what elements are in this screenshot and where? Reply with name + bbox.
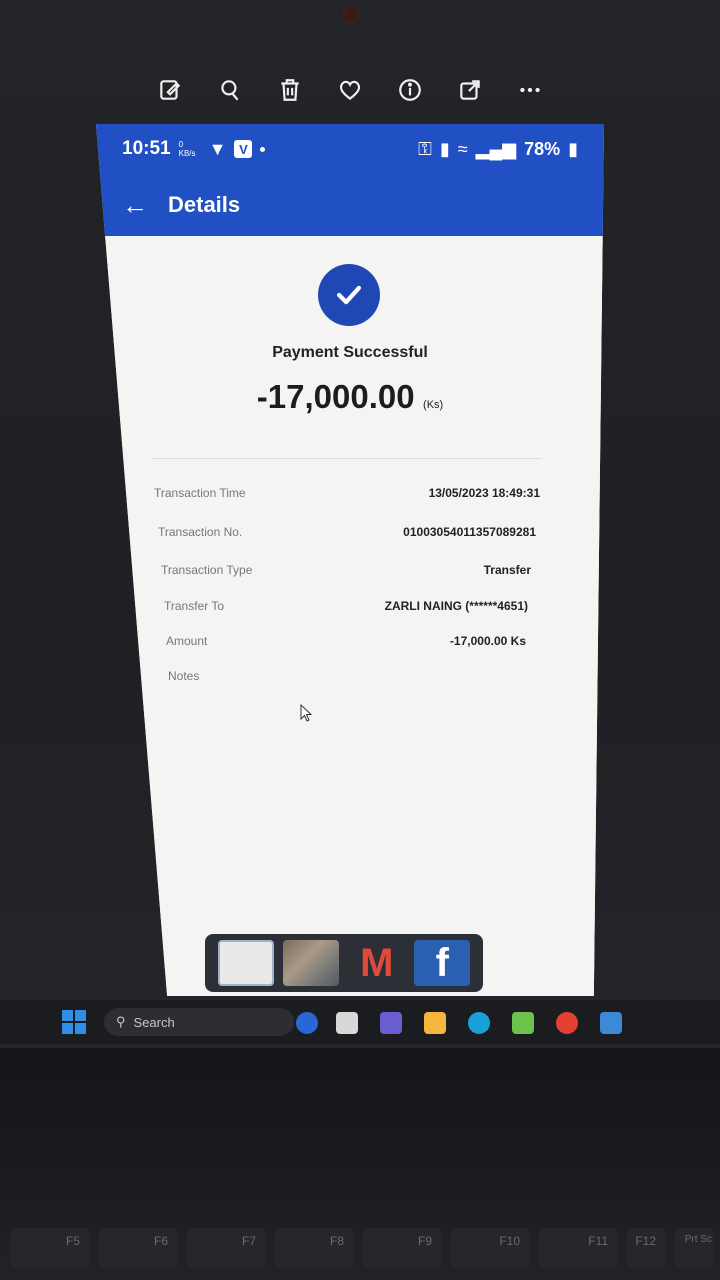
share-icon[interactable] [450, 70, 490, 110]
key-label: Prt Sc [684, 1234, 712, 1245]
function-key[interactable]: F12 [626, 1228, 666, 1268]
key-label: F8 [329, 1234, 344, 1248]
key-label: F11 [588, 1234, 608, 1248]
detail-value: 01003054011357089281 [403, 525, 536, 539]
key-icon: ⚿ [418, 138, 432, 159]
windows-taskbar: ⚲ Search [0, 1000, 720, 1044]
detail-label: Transaction Type [161, 563, 253, 577]
amount-display: -17,000.00 (Ks) [96, 378, 604, 416]
detail-value: -17,000.00 Ks [449, 634, 526, 648]
document-thumbnail[interactable] [217, 940, 274, 986]
lens-search-icon[interactable] [210, 70, 250, 110]
detail-row-transaction-type: Transaction Type Transfer [161, 563, 531, 577]
net-speed: 0 KB/s [178, 140, 196, 158]
notification-dot-icon [260, 146, 266, 152]
detail-label: Transfer To [164, 599, 225, 613]
taskbar-app-preview: M f [205, 934, 483, 992]
app-bar: ← Details [96, 174, 604, 236]
status-bar: 10:51 0 KB/s ▼ V ⚿ ▮ ≈ ▂▄▆ 78% ▮ [96, 124, 604, 174]
function-key-row: F5 F6 F7 F8 F9 F10 F11 F12 Prt Sc [0, 1228, 720, 1268]
chrome-browser-icon[interactable] [556, 1012, 578, 1034]
edge-browser-icon[interactable] [468, 1012, 490, 1034]
detail-row-transfer-to: Transfer To ZARLI NAING (******4651) [164, 599, 528, 613]
phone-screenshot: 10:51 0 KB/s ▼ V ⚿ ▮ ≈ ▂▄▆ 78% ▮ ← Detai… [96, 124, 604, 996]
key-label: F12 [635, 1234, 656, 1248]
status-time: 10:51 [122, 138, 171, 159]
amount-value: -17,000.00 [256, 378, 415, 415]
key-label: F5 [65, 1234, 80, 1248]
teams-chat-icon[interactable] [380, 1012, 402, 1034]
detail-row-notes: Notes [168, 669, 524, 683]
battery-saver-icon: ▮ [439, 138, 450, 159]
detail-label: Amount [166, 634, 208, 648]
info-icon[interactable] [390, 70, 430, 110]
gmail-icon[interactable]: M [348, 940, 405, 986]
function-key[interactable]: F10 [450, 1228, 530, 1268]
key-label: F10 [499, 1234, 520, 1248]
currency-unit: (Ks) [423, 399, 444, 411]
signal-icon: ▂▄▆ [475, 138, 517, 159]
windows-start-icon[interactable] [62, 1010, 86, 1034]
file-explorer-icon[interactable] [424, 1012, 446, 1034]
detail-row-amount: Amount -17,000.00 Ks [166, 634, 526, 648]
detail-label: Transaction Time [154, 486, 246, 500]
detail-label: Notes [168, 669, 200, 683]
vpn-icon: ▼ [208, 138, 227, 159]
facebook-icon[interactable]: f [414, 940, 471, 986]
app-v-icon: V [234, 140, 253, 158]
detail-value: Transfer [483, 563, 531, 577]
payment-status: Payment Successful [272, 344, 428, 361]
detail-value: ZARLI NAING (******4651) [384, 599, 528, 613]
divider [152, 458, 542, 459]
photo-thumbnail[interactable] [283, 940, 340, 986]
key-label: F9 [417, 1234, 432, 1248]
edit-icon[interactable] [150, 70, 190, 110]
more-options-icon[interactable] [510, 70, 550, 110]
function-key[interactable]: F6 [98, 1228, 178, 1268]
favorite-heart-icon[interactable] [330, 70, 370, 110]
photo-viewer-toolbar [150, 70, 550, 110]
battery-icon: ▮ [568, 138, 578, 159]
function-key[interactable]: F8 [274, 1228, 354, 1268]
wifi-icon: ≈ [457, 138, 468, 159]
key-label: F7 [241, 1234, 256, 1248]
search-icon: ⚲ [116, 1014, 126, 1029]
page-title: Details [168, 192, 241, 217]
bing-icon[interactable] [296, 1012, 318, 1034]
detail-row-transaction-time: Transaction Time 13/05/2023 18:49:31 [154, 486, 540, 500]
success-check-icon [318, 264, 380, 326]
back-arrow-icon[interactable]: ← [122, 190, 148, 221]
function-key[interactable]: F9 [362, 1228, 442, 1268]
delete-icon[interactable] [270, 70, 310, 110]
webcam [344, 8, 358, 22]
store-app-icon[interactable] [512, 1012, 534, 1034]
detail-value: 13/05/2023 18:49:31 [428, 486, 540, 500]
mouse-cursor-icon [300, 704, 312, 722]
function-key[interactable]: F7 [186, 1228, 266, 1268]
function-key[interactable]: F5 [10, 1228, 90, 1268]
key-label: F6 [153, 1234, 168, 1248]
monitor-bezel: 10:51 0 KB/s ▼ V ⚿ ▮ ≈ ▂▄▆ 78% ▮ ← Detai… [0, 0, 720, 1050]
taskbar-search-box[interactable]: ⚲ Search [104, 1008, 294, 1036]
print-screen-key[interactable]: Prt Sc [674, 1228, 714, 1268]
function-key[interactable]: F11 [538, 1228, 618, 1268]
battery-percent: 78% [524, 138, 561, 159]
detail-row-transaction-no: Transaction No. 01003054011357089281 [158, 525, 536, 539]
task-view-icon[interactable] [336, 1012, 358, 1034]
photos-app-icon[interactable] [600, 1012, 622, 1034]
detail-label: Transaction No. [158, 525, 243, 539]
search-placeholder: Search [133, 1014, 175, 1030]
receipt-content: Payment Successful -17,000.00 (Ks) Trans… [96, 236, 604, 996]
